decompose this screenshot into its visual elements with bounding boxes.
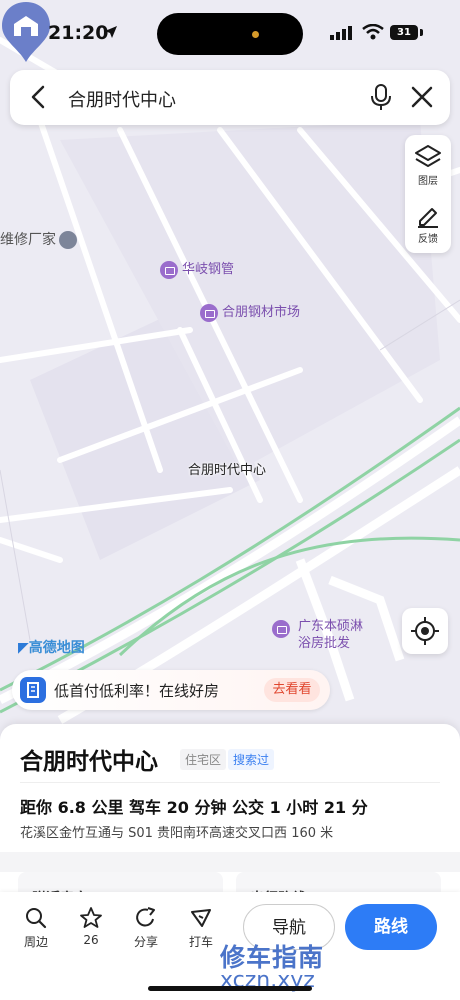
location-arrow-icon — [105, 26, 117, 38]
amap-logo: ◤高德地图 — [18, 637, 85, 657]
layers-icon — [415, 145, 441, 167]
back-icon[interactable] — [26, 84, 52, 110]
poi-hepeng-market[interactable]: 合朋钢材市场 — [200, 301, 300, 322]
shop-icon — [160, 260, 178, 279]
poi-hepeng-market-label: 合朋钢材市场 — [222, 305, 301, 320]
poi-repair-shop[interactable]: 维修厂家 — [0, 229, 77, 249]
wrench-icon — [59, 231, 77, 249]
battery-cap — [420, 29, 423, 36]
search-icon — [26, 908, 47, 929]
share-icon — [136, 907, 155, 927]
poi-huaqi-label: 华岐钢管 — [182, 262, 235, 277]
search-input[interactable]: 合朋时代中心 — [68, 86, 176, 112]
place-title: 合朋时代中心 — [20, 749, 158, 775]
close-icon[interactable] — [409, 84, 435, 110]
poi-repair-label: 维修厂家 — [0, 232, 56, 248]
locate-me-button[interactable] — [402, 608, 448, 654]
shop-icon — [200, 303, 218, 322]
route-button[interactable]: 路线 — [345, 904, 437, 950]
favorites-count: 26 — [83, 933, 99, 947]
battery-icon: 31 — [390, 25, 418, 40]
taxi-button[interactable]: 打车 — [181, 906, 221, 950]
place-address: 花溪区金竹互通与 S01 贵阳南环高速交叉口西 160 米 — [20, 826, 334, 841]
taxi-label: 打车 — [188, 935, 213, 949]
edit-icon — [418, 208, 438, 228]
section-gap — [0, 852, 460, 872]
divider — [20, 782, 440, 783]
signal-icon — [330, 26, 352, 40]
layers-button[interactable]: 图层 — [405, 143, 451, 187]
share-label: 分享 — [133, 935, 158, 949]
place-type-tag: 住宅区 — [180, 749, 227, 770]
status-time: 21:20 — [48, 22, 109, 44]
ad-banner[interactable]: 低首付低利率！在线好房 去看看 — [12, 670, 330, 710]
ad-text: 低首付低利率！在线好房 — [54, 682, 220, 700]
star-icon — [80, 907, 102, 928]
home-indicator[interactable] — [148, 986, 312, 991]
favorite-button[interactable]: 26 — [71, 906, 111, 947]
distance-summary: 距你 6.8 公里 驾车 20 分钟 公交 1 小时 21 分 — [20, 798, 368, 817]
share-button[interactable]: 分享 — [126, 906, 166, 950]
searched-tag: 搜索过 — [228, 749, 275, 770]
poi-huaqi[interactable]: 华岐钢管 — [160, 258, 234, 279]
search-bar[interactable]: 合朋时代中心 — [10, 70, 450, 125]
microphone-icon[interactable] — [368, 83, 394, 111]
taxi-icon — [191, 909, 211, 927]
nearby-label: 周边 — [23, 935, 48, 949]
poi-guangdong-label-2: 浴房批发 — [298, 636, 351, 651]
poi-guangdong-label-1: 广东本硕淋 — [298, 619, 364, 634]
status-bar: 21:20 31 — [0, 0, 460, 64]
crosshair-icon — [411, 617, 439, 645]
wifi-icon — [362, 24, 384, 40]
feedback-label: 反馈 — [418, 234, 438, 245]
building-icon — [20, 677, 46, 703]
amap-logo-icon: ◤ — [18, 640, 29, 656]
amap-logo-text: 高德地图 — [28, 640, 85, 656]
feedback-button[interactable]: 反馈 — [405, 201, 451, 245]
ad-cta-button[interactable]: 去看看 — [264, 678, 320, 702]
nearby-button[interactable]: 周边 — [16, 906, 56, 950]
layers-label: 图层 — [418, 176, 438, 187]
shop-icon — [272, 620, 290, 638]
map-tools-panel: 图层 反馈 — [405, 135, 451, 253]
pin-label: 合朋时代中心 — [188, 463, 267, 478]
mic-indicator — [252, 31, 259, 38]
dynamic-island — [157, 13, 303, 55]
poi-guangdong[interactable]: 广东本硕淋 浴房批发 — [272, 619, 363, 651]
